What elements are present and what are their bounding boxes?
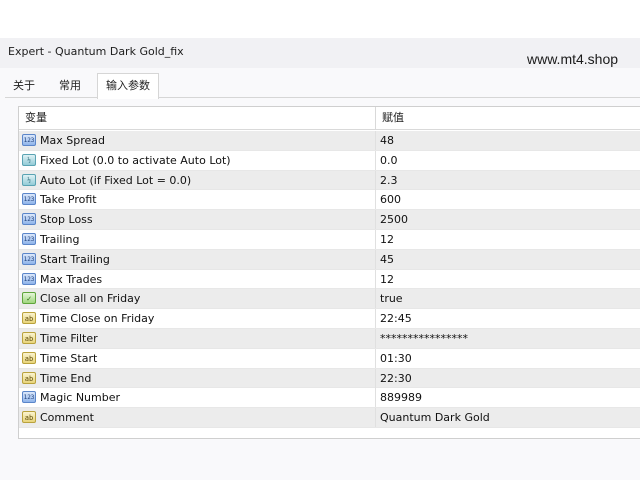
parameter-row[interactable]: 123 Start Trailing 45 (19, 249, 640, 270)
column-header-variable[interactable]: 变量 (25, 107, 47, 129)
int-icon: 123 (22, 252, 36, 265)
column-divider (375, 348, 376, 368)
column-divider (375, 249, 376, 269)
column-header-value[interactable]: 赋值 (382, 107, 404, 129)
parameter-name: Comment (40, 411, 94, 425)
parameter-row[interactable]: ab Time Filter **************** (19, 328, 640, 349)
column-divider[interactable] (375, 107, 376, 129)
column-divider (375, 328, 376, 348)
tab-about[interactable]: 关于 (5, 75, 43, 97)
int-icon: 123 (22, 272, 36, 285)
column-divider (375, 190, 376, 210)
parameter-value[interactable]: 2.3 (380, 171, 398, 190)
parameter-row[interactable]: 123 Max Trades 12 (19, 269, 640, 290)
int-icon: 123 (22, 213, 36, 226)
parameter-value[interactable]: 22:30 (380, 369, 412, 388)
parameter-name: Magic Number (40, 391, 121, 405)
window-title: Expert - Quantum Dark Gold_fix (8, 45, 184, 58)
parameters-grid: 变量 赋值 123 Max Spread 48 ½ Fixed Lot (0.0 to … (18, 106, 640, 439)
parameter-row[interactable]: 123 Magic Number 889989 (19, 388, 640, 409)
tab-bar: 关于 常用 输入参数 (5, 73, 640, 99)
parameter-name: Fixed Lot (0.0 to activate Auto Lot) (40, 153, 231, 167)
column-divider (375, 170, 376, 190)
parameter-name: Close all on Friday (40, 292, 141, 306)
parameter-value[interactable]: 889989 (380, 388, 422, 407)
parameter-row[interactable]: 123 Max Spread 48 (19, 131, 640, 151)
column-divider (375, 408, 376, 428)
double-icon: ½ (22, 173, 36, 186)
parameter-name: Max Spread (40, 134, 105, 147)
column-divider (375, 388, 376, 408)
parameter-value[interactable]: 22:45 (380, 309, 412, 328)
watermark-text: www.mt4.shop (527, 51, 619, 67)
parameter-value[interactable]: 600 (380, 190, 401, 209)
int-icon: 123 (22, 193, 36, 206)
parameter-row[interactable]: 123 Trailing 12 (19, 229, 640, 250)
bool-icon: ✓ (22, 292, 36, 305)
parameter-value[interactable]: **************** (380, 329, 468, 348)
parameter-name: Time Start (40, 351, 98, 365)
parameter-row[interactable]: ab Time Close on Friday 22:45 (19, 309, 640, 329)
grid-header: 变量 赋值 (19, 107, 640, 130)
string-icon: ab (22, 411, 36, 424)
parameter-value[interactable]: 01:30 (380, 349, 412, 368)
parameter-value[interactable]: Quantum Dark Gold (380, 408, 490, 427)
parameter-name: Auto Lot (if Fixed Lot = 0.0) (40, 173, 192, 187)
int-icon: 123 (22, 134, 36, 146)
parameter-name: Time Filter (40, 331, 98, 345)
parameter-row[interactable]: 123 Take Profit 600 (19, 190, 640, 211)
parameter-name: Stop Loss (40, 213, 93, 227)
column-divider (375, 309, 376, 329)
parameter-row[interactable]: ab Time End 22:30 (19, 368, 640, 389)
parameter-name: Time End (40, 371, 92, 385)
parameter-value[interactable]: 2500 (380, 210, 408, 229)
parameter-name: Time Close on Friday (40, 312, 155, 326)
string-icon: ab (22, 331, 36, 344)
parameter-row[interactable]: ab Time Start 01:30 (19, 348, 640, 369)
parameter-row[interactable]: ½ Auto Lot (if Fixed Lot = 0.0) 2.3 (19, 170, 640, 191)
parameter-name: Start Trailing (40, 252, 110, 266)
parameter-name: Max Trades (40, 272, 103, 286)
string-icon: ab (22, 312, 36, 325)
tab-common[interactable]: 常用 (50, 75, 90, 97)
int-icon: 123 (22, 391, 36, 404)
string-icon: ab (22, 371, 36, 384)
column-divider (375, 269, 376, 289)
parameter-name: Take Profit (40, 193, 97, 207)
parameter-value[interactable]: 12 (380, 270, 394, 289)
column-divider (375, 131, 376, 150)
parameter-value[interactable]: 45 (380, 250, 394, 269)
top-blank-area (0, 0, 640, 38)
parameter-row[interactable]: ½ Fixed Lot (0.0 to activate Auto Lot) 0.0 (19, 150, 640, 171)
parameter-value[interactable]: 12 (380, 230, 394, 249)
column-divider (375, 368, 376, 388)
parameter-name: Trailing (40, 232, 80, 246)
parameter-row[interactable]: 123 Stop Loss 2500 (19, 210, 640, 230)
column-divider (375, 210, 376, 230)
column-divider (375, 289, 376, 309)
parameter-value[interactable]: true (380, 289, 403, 308)
parameter-row[interactable]: ✓ Close all on Friday true (19, 289, 640, 310)
tab-inputs[interactable]: 输入参数 (97, 73, 159, 99)
grid-rows: 123 Max Spread 48 ½ Fixed Lot (0.0 to activa… (19, 131, 640, 428)
parameter-value[interactable]: 48 (380, 131, 394, 150)
string-icon: ab (22, 351, 36, 364)
parameter-row[interactable]: ab Comment Quantum Dark Gold (19, 408, 640, 428)
parameter-value[interactable]: 0.0 (380, 151, 398, 170)
int-icon: 123 (22, 232, 36, 245)
column-divider (375, 229, 376, 249)
double-icon: ½ (22, 153, 36, 166)
column-divider (375, 150, 376, 170)
